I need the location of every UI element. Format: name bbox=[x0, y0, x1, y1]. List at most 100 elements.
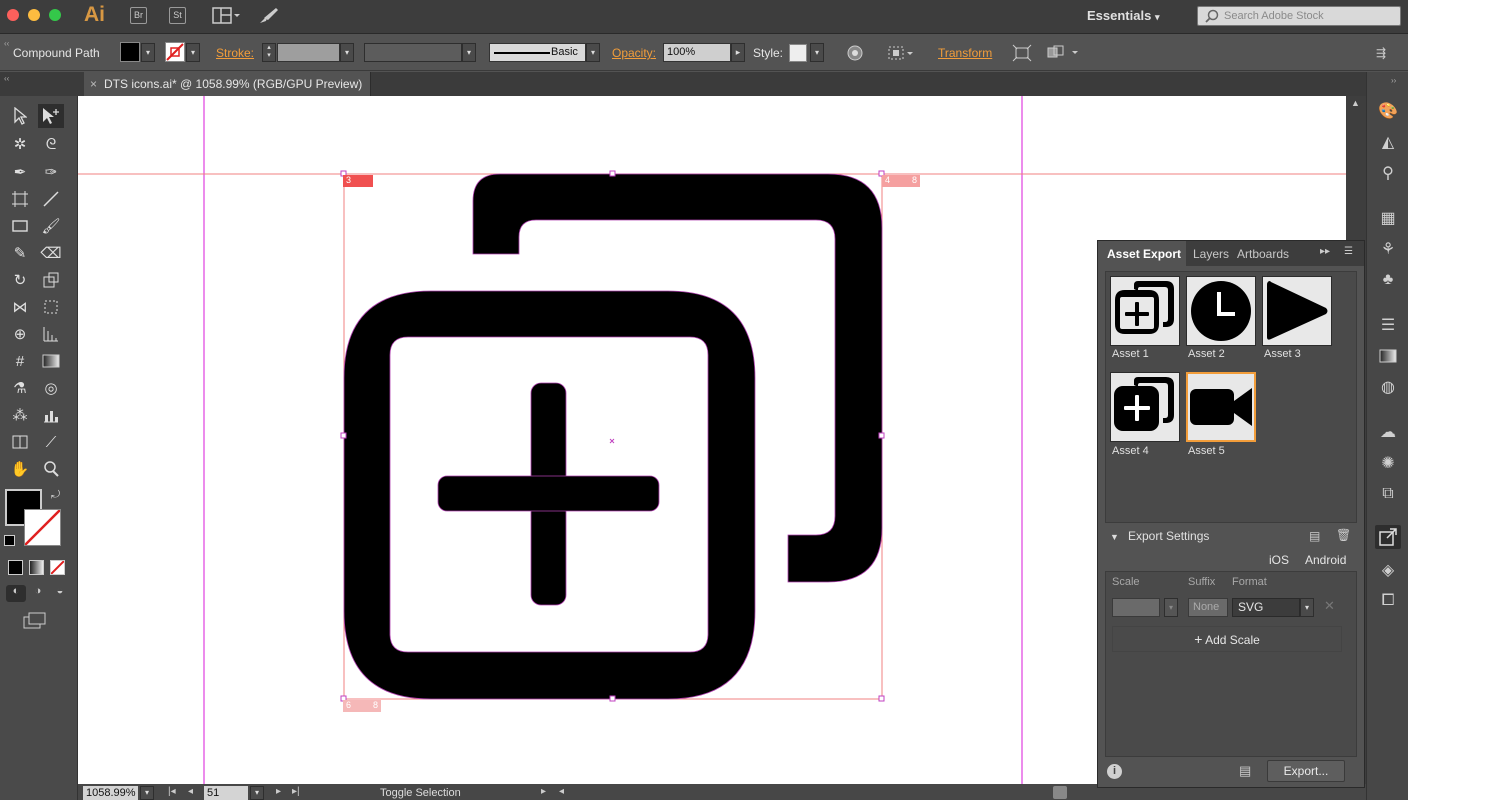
scale-dropdown-arrow[interactable]: ▾ bbox=[1164, 598, 1178, 617]
fill-swatch[interactable] bbox=[120, 42, 140, 62]
horizontal-scroll-left-icon[interactable]: ◂ bbox=[559, 786, 564, 797]
stroke-color-swatch[interactable] bbox=[24, 509, 61, 546]
draw-behind-icon[interactable]: ◑ bbox=[28, 585, 48, 602]
collapse-panel-icon[interactable]: ‹‹ bbox=[4, 39, 9, 48]
new-export-icon[interactable]: ▤ bbox=[1309, 529, 1320, 543]
stroke-weight-field[interactable] bbox=[277, 43, 340, 62]
blend-tool-icon[interactable]: ◎ bbox=[38, 376, 64, 400]
stock-search-input[interactable]: Search Adobe Stock bbox=[1197, 6, 1401, 26]
direct-selection-tool-icon[interactable] bbox=[38, 104, 64, 128]
tab-artboards[interactable]: Artboards bbox=[1237, 247, 1289, 261]
artboard-tool-icon[interactable] bbox=[7, 187, 33, 211]
gpu-performance-icon[interactable] bbox=[258, 6, 280, 29]
swap-fill-stroke-icon[interactable]: ⤾ bbox=[51, 489, 60, 502]
asset-thumbnail-1[interactable] bbox=[1110, 276, 1180, 346]
color-guide-icon[interactable]: ◭ bbox=[1375, 130, 1401, 154]
last-artboard-icon[interactable]: ▸| bbox=[292, 786, 300, 797]
transform-link[interactable]: Transform bbox=[938, 46, 992, 60]
add-scale-button[interactable]: + Add Scale bbox=[1112, 626, 1342, 652]
collapse-triangle-icon[interactable]: ▼ bbox=[1110, 532, 1119, 542]
gradient-tool-icon[interactable] bbox=[38, 349, 64, 373]
stroke-panel-icon[interactable]: ☰ bbox=[1375, 313, 1401, 337]
selection-tool-icon[interactable] bbox=[7, 104, 33, 128]
suffix-field[interactable]: None bbox=[1188, 598, 1228, 617]
color-panel-icon[interactable]: 🎨 bbox=[1375, 99, 1401, 123]
opacity-field[interactable]: 100% bbox=[663, 43, 731, 62]
ios-preset-link[interactable]: iOS bbox=[1269, 553, 1289, 567]
artboard-dropdown-arrow[interactable]: ▾ bbox=[250, 786, 264, 800]
swatches-panel-icon[interactable]: ▦ bbox=[1375, 206, 1401, 230]
gradient-mode-icon[interactable] bbox=[29, 560, 44, 575]
paintbrush-tool-icon[interactable]: 🖌 bbox=[38, 214, 64, 238]
eraser-tool-icon[interactable]: ⌫ bbox=[38, 241, 64, 265]
status-text[interactable]: Toggle Selection bbox=[380, 787, 461, 799]
stroke-label[interactable]: Stroke: bbox=[216, 46, 254, 60]
column-graph-tool-icon[interactable] bbox=[38, 403, 64, 427]
symbols-panel-icon[interactable]: ♣ bbox=[1375, 268, 1401, 292]
screen-mode-icon[interactable] bbox=[23, 612, 49, 633]
mesh-tool-icon[interactable]: # bbox=[7, 349, 33, 373]
export-settings-heading[interactable]: Export Settings bbox=[1128, 529, 1209, 543]
first-artboard-icon[interactable]: |◂ bbox=[168, 786, 176, 797]
scale-field[interactable] bbox=[1112, 598, 1160, 617]
panel-menu-icon[interactable]: ☰ bbox=[1344, 246, 1353, 257]
curvature-tool-icon[interactable]: ✑ bbox=[38, 160, 64, 184]
export-options-icon[interactable]: ▤ bbox=[1239, 763, 1251, 779]
trash-icon[interactable]: 🗑 bbox=[1336, 528, 1351, 542]
cc-libraries-icon[interactable]: ⚲ bbox=[1375, 161, 1401, 185]
stroke-weight-dropdown[interactable]: ▾ bbox=[340, 43, 354, 62]
symbol-sprayer-tool-icon[interactable]: ⁂ bbox=[7, 403, 33, 427]
isolate-object-icon[interactable] bbox=[1012, 44, 1032, 65]
close-window-button[interactable] bbox=[7, 9, 19, 21]
next-artboard-icon[interactable]: ▸ bbox=[276, 786, 281, 797]
zoom-window-button[interactable] bbox=[49, 9, 61, 21]
gradient-panel-icon[interactable] bbox=[1375, 344, 1401, 368]
default-colors-icon[interactable] bbox=[4, 535, 15, 546]
format-select[interactable]: SVG bbox=[1232, 598, 1300, 617]
stroke-swatch[interactable] bbox=[165, 42, 185, 62]
pen-tool-icon[interactable]: ✒ bbox=[7, 160, 33, 184]
tab-asset-export[interactable]: Asset Export bbox=[1107, 247, 1181, 261]
bridge-button[interactable]: Br bbox=[130, 7, 147, 24]
brush-definition-field[interactable]: Basic bbox=[489, 43, 586, 62]
asset-thumbnail-2[interactable] bbox=[1186, 276, 1256, 346]
stock-button[interactable]: St bbox=[169, 7, 186, 24]
rotate-tool-icon[interactable]: ↻ bbox=[7, 268, 33, 292]
style-dropdown-arrow[interactable]: ▾ bbox=[810, 43, 824, 62]
asset-thumbnail-3[interactable] bbox=[1262, 276, 1332, 346]
appearance-panel-icon[interactable]: ☁ bbox=[1375, 420, 1401, 444]
width-tool-icon[interactable]: ⋈ bbox=[7, 295, 33, 319]
magic-wand-tool-icon[interactable]: ✲ bbox=[7, 132, 33, 156]
brush-dropdown-arrow[interactable]: ▾ bbox=[586, 43, 600, 62]
info-icon[interactable]: i bbox=[1107, 764, 1122, 779]
artboard-number-field[interactable]: 51 bbox=[204, 786, 248, 800]
zoom-field[interactable]: 1058.99% bbox=[83, 786, 138, 800]
none-mode-icon[interactable] bbox=[50, 560, 65, 575]
scale-tool-icon[interactable] bbox=[38, 268, 64, 292]
knife-tool-icon[interactable]: ⟋ bbox=[38, 430, 64, 454]
panel-menu-icon[interactable]: ⇶ bbox=[1376, 46, 1386, 60]
zoom-tool-icon[interactable] bbox=[38, 457, 64, 481]
panel-collapse-icon[interactable]: ▸▸ bbox=[1320, 246, 1330, 257]
scroll-up-arrow-icon[interactable]: ▲ bbox=[1351, 98, 1360, 108]
minimize-window-button[interactable] bbox=[28, 9, 40, 21]
color-mode-icon[interactable] bbox=[8, 560, 23, 575]
slice-tool-icon[interactable] bbox=[7, 430, 33, 454]
layers-panel-icon[interactable]: ◈ bbox=[1375, 558, 1401, 582]
lasso-tool-icon[interactable]: ᘓ bbox=[38, 132, 64, 156]
draw-normal-icon[interactable]: ◐ bbox=[6, 585, 26, 602]
close-tab-icon[interactable]: × bbox=[90, 72, 97, 96]
perspective-grid-tool-icon[interactable] bbox=[38, 322, 64, 346]
artboards-panel-icon[interactable]: ⧉ bbox=[1375, 482, 1401, 506]
brushes-panel-icon[interactable]: ⚘ bbox=[1375, 237, 1401, 261]
arrange-documents-icon[interactable] bbox=[212, 7, 242, 28]
android-preset-link[interactable]: Android bbox=[1305, 553, 1346, 567]
collapse-toolbar-icon[interactable]: ‹‹ bbox=[4, 74, 9, 83]
graphic-style-swatch[interactable] bbox=[789, 44, 807, 62]
eyedropper-tool-icon[interactable]: ⚗ bbox=[7, 376, 33, 400]
asset-export-panel-icon[interactable] bbox=[1375, 525, 1401, 549]
shaper-tool-icon[interactable]: ✎ bbox=[7, 241, 33, 265]
previous-artboard-icon[interactable]: ◂ bbox=[188, 786, 193, 797]
artboards-list-icon[interactable]: ⧠ bbox=[1375, 589, 1401, 613]
select-similar-icon[interactable] bbox=[1046, 44, 1080, 65]
